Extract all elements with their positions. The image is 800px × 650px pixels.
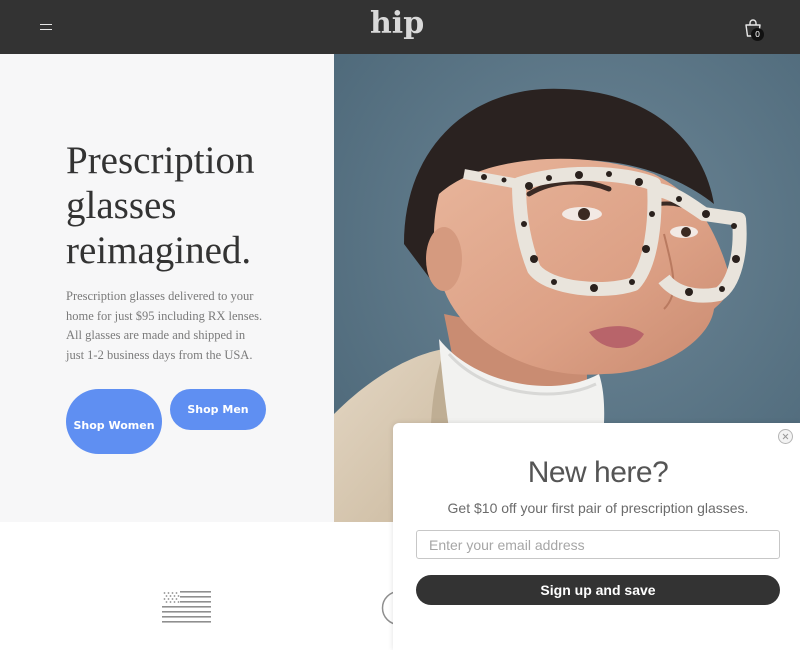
hero-subcopy: Prescription glasses delivered to your h… (66, 289, 263, 362)
popup-subtitle: Get $10 off your first pair of prescript… (447, 500, 749, 516)
hamburger-menu-icon[interactable] (38, 21, 54, 33)
email-field[interactable] (416, 530, 780, 559)
sign-up-button[interactable]: Sign up and save (416, 575, 780, 605)
popup-title: New here? (527, 456, 669, 489)
newsletter-popup: New here? Get $10 off your first pair of… (393, 423, 800, 650)
us-flag-icon (162, 591, 211, 623)
cart-count-badge: 0 (751, 28, 764, 41)
shop-men-button[interactable]: Shop Men (170, 389, 266, 430)
hero-headline: Prescription glasses reimagined. (66, 139, 255, 272)
site-header: hip 0 (0, 0, 800, 54)
close-icon[interactable] (778, 429, 793, 444)
site-logo[interactable]: hip (370, 6, 424, 41)
shop-women-button[interactable]: Shop Women (66, 389, 162, 454)
